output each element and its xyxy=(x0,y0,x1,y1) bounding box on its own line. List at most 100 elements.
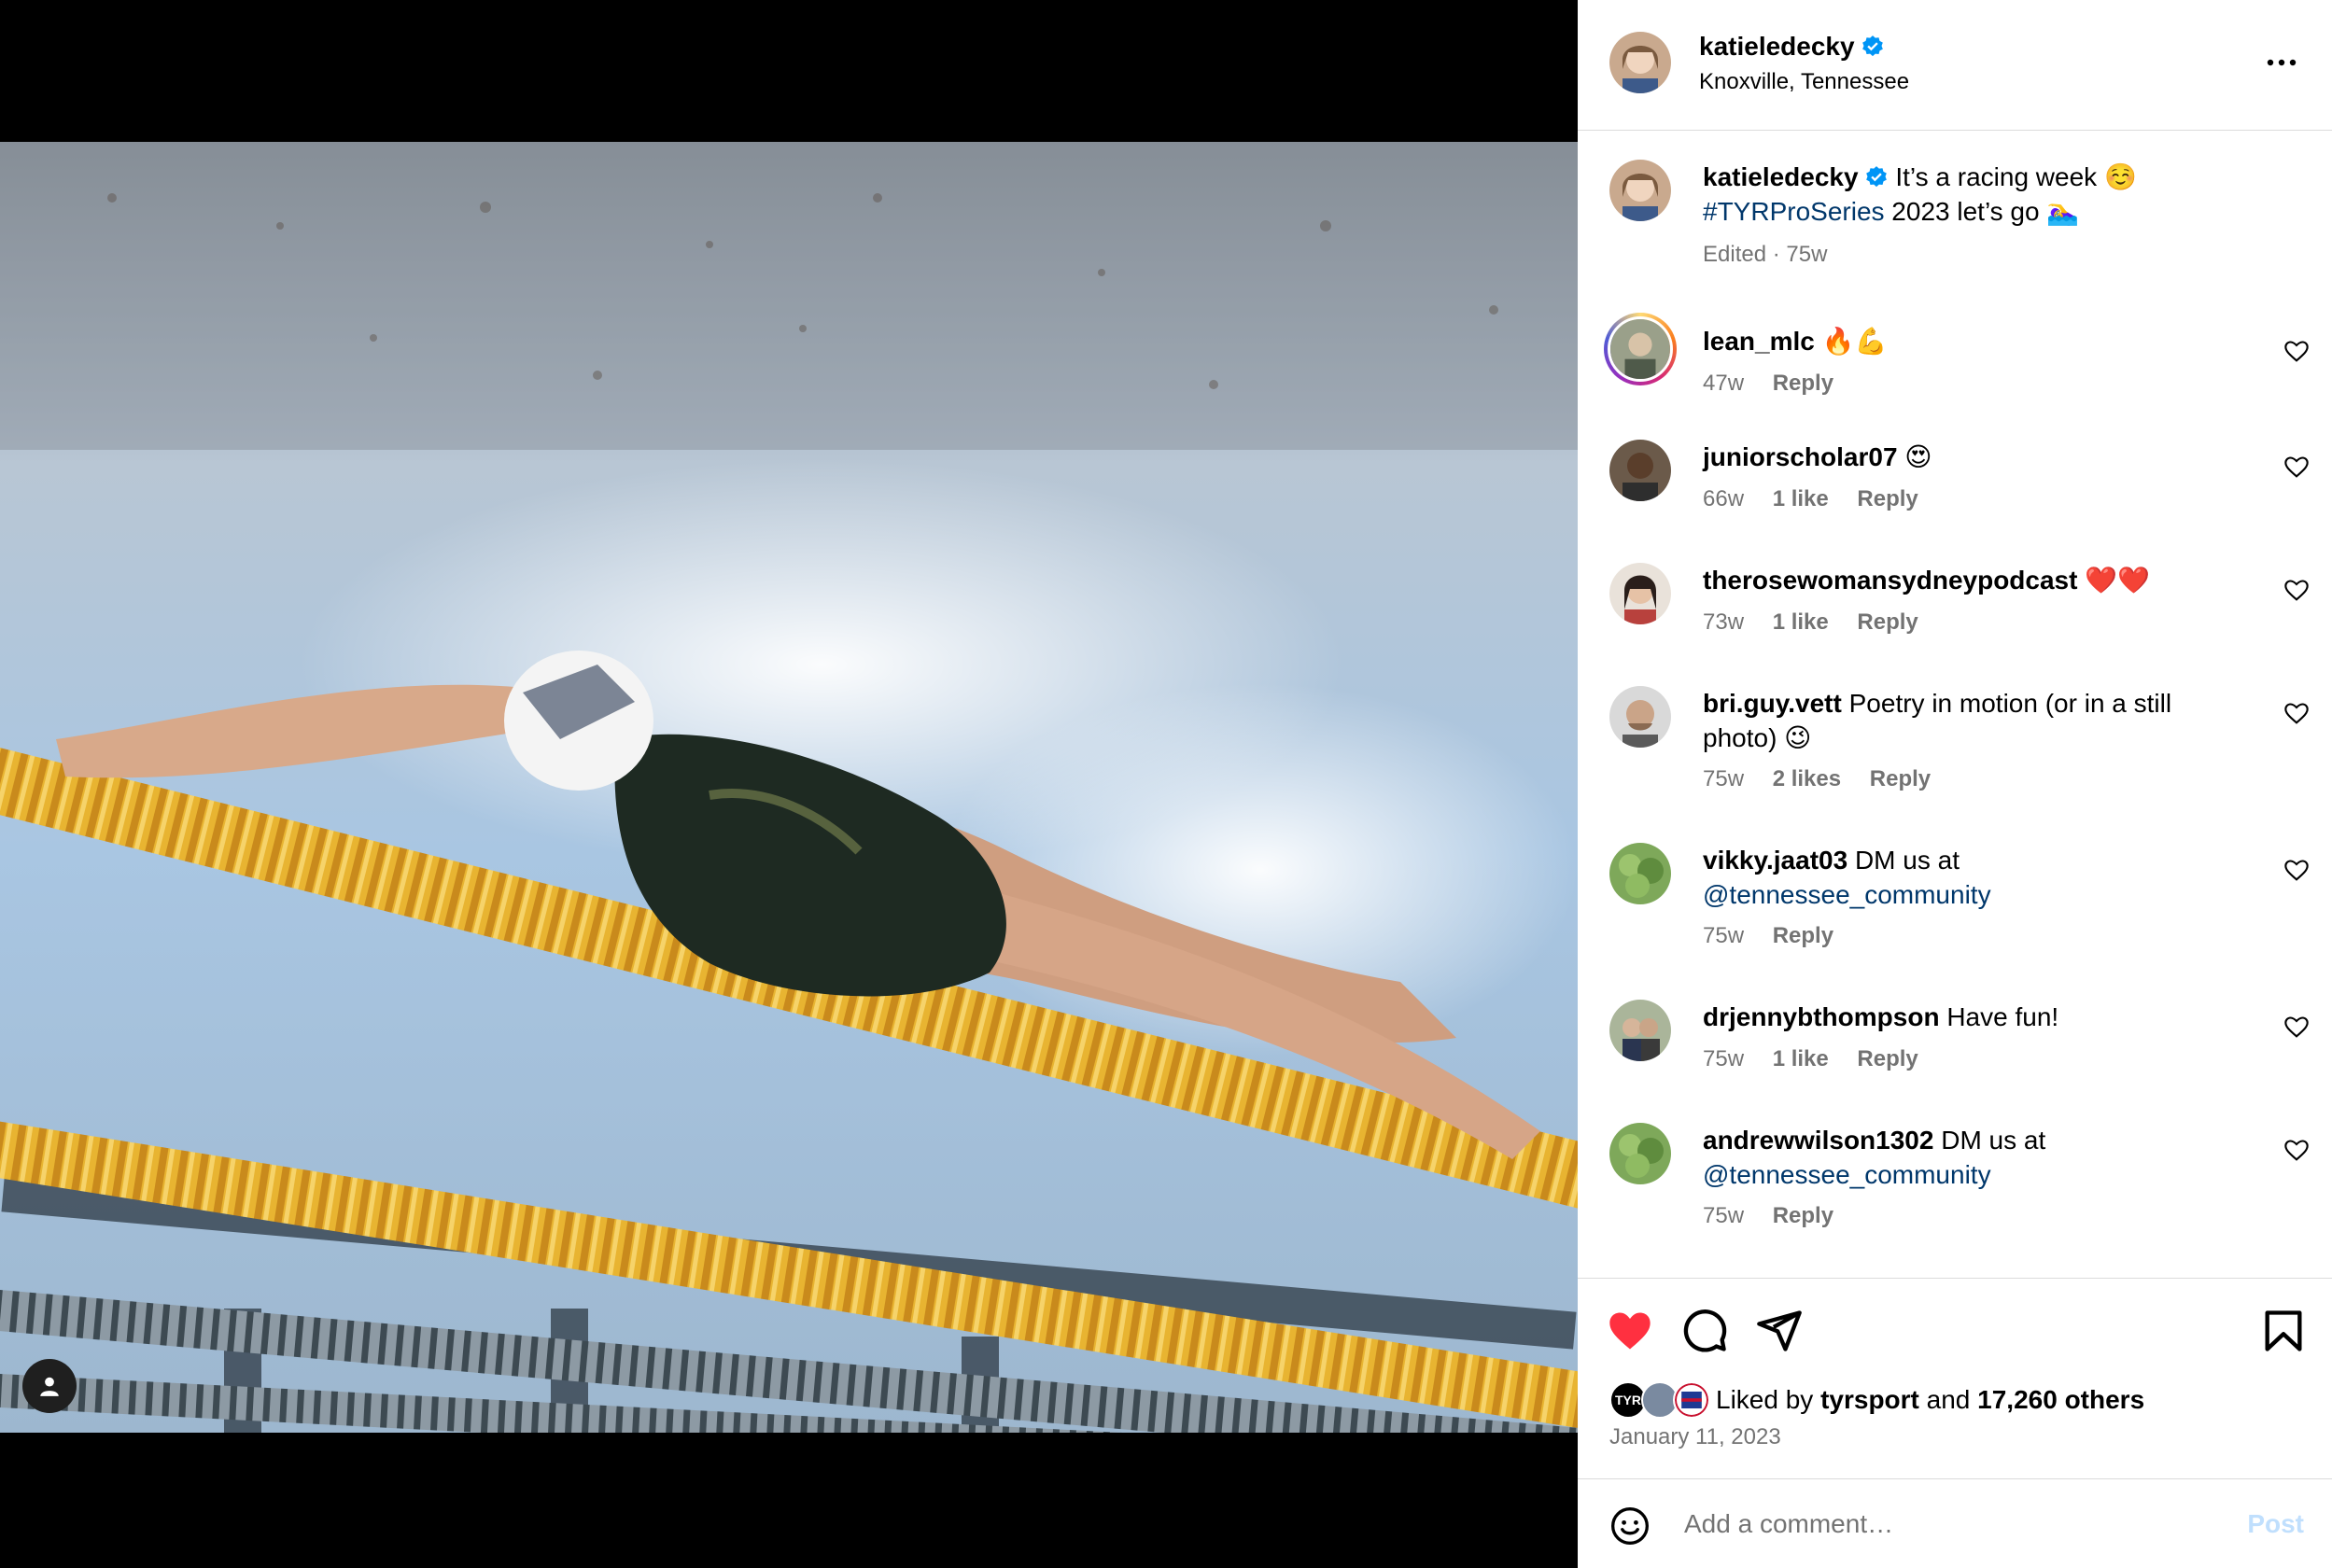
post-date[interactable]: January 11, 2023 xyxy=(1609,1424,1781,1450)
liker-avatar-tyr-text: TYR xyxy=(1615,1393,1641,1407)
comment-like-heart-icon[interactable] xyxy=(2283,1015,2310,1041)
comment-age: 75w xyxy=(1703,766,1745,791)
comment-age: 73w xyxy=(1703,609,1745,635)
liked-by-avatars[interactable]: TYR xyxy=(1609,1381,1712,1419)
comment-like-heart-icon[interactable] xyxy=(2283,455,2310,481)
comment-body: andrewwilson1302 DM us at @tennessee_com… xyxy=(1703,1123,2226,1192)
comment-mention[interactable]: @tennessee_community xyxy=(1703,1160,1991,1189)
comment-meta: 47w Reply xyxy=(1703,371,1856,397)
comment-body: therosewomansydneypodcast ❤️❤️ xyxy=(1703,563,2226,597)
comment-reply-button[interactable]: Reply xyxy=(1773,1203,1833,1228)
comment-like-count[interactable]: 2 likes xyxy=(1773,766,1841,791)
caption-meta: Edited · 75w xyxy=(1703,242,1849,268)
author-username-text[interactable]: katieledecky xyxy=(1699,32,1855,61)
bookmark-icon[interactable] xyxy=(2259,1307,2308,1355)
post-actions: TYR Liked by tyrsport and 17,260 others … xyxy=(1578,1278,2332,1478)
liked-by-text[interactable]: Liked by tyrsport and 17,260 others xyxy=(1716,1385,2144,1415)
comment-age: 75w xyxy=(1703,1203,1745,1228)
post-header: katieledecky Knoxville, Tennessee xyxy=(1578,0,2332,131)
comment-reply-button[interactable]: Reply xyxy=(1857,1046,1918,1071)
liked-by-user[interactable]: tyrsport xyxy=(1820,1385,1919,1414)
author-avatar[interactable] xyxy=(1609,32,1671,93)
paper-plane-icon[interactable] xyxy=(1755,1307,1804,1355)
comment-age: 75w xyxy=(1703,923,1745,948)
comment-like-count[interactable]: 1 like xyxy=(1773,609,1829,635)
comment-text: ❤️❤️ xyxy=(2085,566,2150,595)
commenter-avatar[interactable] xyxy=(1609,843,1671,904)
add-comment-bar: Post xyxy=(1578,1478,2332,1568)
comment-like-heart-icon[interactable] xyxy=(2283,701,2310,727)
comment-username[interactable]: drjennybthompson xyxy=(1703,1002,1940,1031)
comment-age: 75w xyxy=(1703,1046,1745,1071)
comment-meta: 66w 1 like Reply xyxy=(1703,486,1941,512)
comment-meta: 75w Reply xyxy=(1703,923,1856,949)
caption-avatar[interactable] xyxy=(1609,160,1671,221)
caption-username[interactable]: katieledecky xyxy=(1703,162,1859,191)
comment-username[interactable]: vikky.jaat03 xyxy=(1703,846,1847,875)
commenter-avatar[interactable] xyxy=(1609,440,1671,501)
comment-reply-button[interactable]: Reply xyxy=(1870,766,1931,791)
verified-badge-icon xyxy=(1865,166,1887,188)
comment-input[interactable] xyxy=(1684,1504,2207,1545)
liked-by-prefix: Liked by xyxy=(1716,1385,1814,1414)
emoji-smile-icon[interactable] xyxy=(1609,1505,1651,1547)
comment-reply-button[interactable]: Reply xyxy=(1857,609,1918,635)
swimmer-photo-illustration xyxy=(0,142,1578,1433)
media-panel xyxy=(0,0,1578,1568)
comments-list[interactable]: katieledecky It’s a racing week ☺️ #TYRP… xyxy=(1578,132,2332,1278)
comment-mention[interactable]: @tennessee_community xyxy=(1703,880,1991,909)
verified-badge-icon xyxy=(1861,35,1883,57)
caption-rest: 2023 let’s go 🏊‍♀️ xyxy=(1891,197,2080,226)
comment-age: 66w xyxy=(1703,486,1745,511)
comment-reply-button[interactable]: Reply xyxy=(1857,486,1918,511)
caption-edited-age: Edited · 75w xyxy=(1703,242,1828,267)
comment-username[interactable]: juniorscholar07 xyxy=(1703,442,1898,471)
author-username[interactable]: katieledecky xyxy=(1699,32,1885,62)
comment-like-heart-icon[interactable] xyxy=(2283,339,2310,365)
comment-username[interactable]: andrewwilson1302 xyxy=(1703,1126,1933,1155)
caption-text: It’s a racing week ☺️ xyxy=(1895,162,2137,191)
commenter-avatar-story[interactable] xyxy=(1604,313,1677,385)
comment-text: 🔥💪 xyxy=(1821,327,1888,356)
post-location[interactable]: Knoxville, Tennessee xyxy=(1699,69,1909,95)
commenter-avatar[interactable] xyxy=(1609,1123,1671,1184)
comment-reply-button[interactable]: Reply xyxy=(1773,371,1833,396)
comment-meta: 73w 1 like Reply xyxy=(1703,609,1941,636)
user-tag-icon xyxy=(40,1377,59,1396)
comment-meta: 75w 1 like Reply xyxy=(1703,1046,1941,1072)
comment-bubble-icon[interactable] xyxy=(1680,1307,1729,1355)
comment-age: 47w xyxy=(1703,371,1745,396)
comment-body: juniorscholar07 😍 xyxy=(1703,440,2226,474)
commenter-avatar[interactable] xyxy=(1609,1000,1671,1061)
comment-like-heart-icon[interactable] xyxy=(2283,1138,2310,1164)
comment-like-heart-icon[interactable] xyxy=(2283,858,2310,884)
comment-username[interactable]: lean_mlc xyxy=(1703,327,1815,356)
comment-meta: 75w Reply xyxy=(1703,1203,1856,1229)
comment-username[interactable]: therosewomansydneypodcast xyxy=(1703,566,2077,595)
comment-username[interactable]: bri.guy.vett xyxy=(1703,689,1842,718)
post-comment-button[interactable]: Post xyxy=(2247,1509,2304,1539)
caption-hashtag[interactable]: #TYRProSeries xyxy=(1703,197,1885,226)
comment-like-count[interactable]: 1 like xyxy=(1773,486,1829,511)
liked-by-count[interactable]: 17,260 others xyxy=(1977,1385,2144,1414)
comment-meta: 75w 2 likes Reply xyxy=(1703,766,1953,792)
more-horizontal-icon[interactable] xyxy=(2263,49,2300,77)
comment-body: lean_mlc 🔥💪 xyxy=(1703,324,2226,358)
commenter-avatar[interactable] xyxy=(1609,563,1671,624)
comment-body: vikky.jaat03 DM us at @tennessee_communi… xyxy=(1703,843,2226,912)
commenter-avatar[interactable] xyxy=(1609,686,1671,748)
comment-text: DM us at xyxy=(1941,1126,2046,1155)
liked-by-row: TYR Liked by tyrsport and 17,260 others xyxy=(1609,1381,2144,1419)
liked-by-joiner: and xyxy=(1926,1385,1971,1414)
heart-filled-icon[interactable] xyxy=(1606,1307,1654,1355)
comment-like-heart-icon[interactable] xyxy=(2283,578,2310,604)
post-sidebar: katieledecky Knoxville, Tennessee katiel… xyxy=(1578,0,2332,1568)
comment-text: Have fun! xyxy=(1946,1002,2059,1031)
post-photo[interactable] xyxy=(0,142,1578,1433)
comment-text: 😍 xyxy=(1904,442,1932,471)
comment-like-count[interactable]: 1 like xyxy=(1773,1046,1829,1071)
comment-reply-button[interactable]: Reply xyxy=(1773,923,1833,948)
comment-body: bri.guy.vett Poetry in motion (or in a s… xyxy=(1703,686,2226,755)
comment-body: drjennybthompson Have fun! xyxy=(1703,1000,2226,1034)
tag-button[interactable] xyxy=(22,1359,77,1413)
